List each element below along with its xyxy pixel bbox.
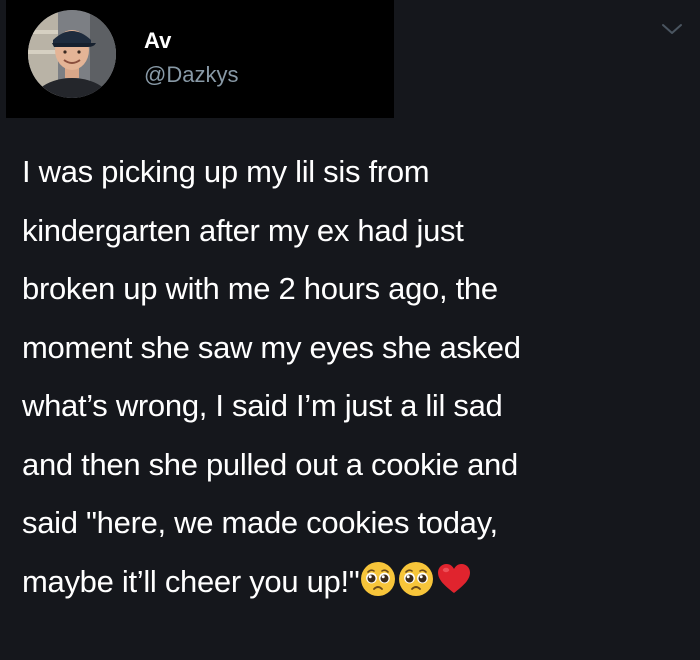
display-name[interactable]: Av — [144, 28, 171, 54]
tweet-header: Av @Dazkys — [6, 0, 394, 118]
tweet-card: Av @Dazkys I was picking up my lil sis f… — [0, 0, 700, 660]
tweet-text: I was picking up my lil sis from kinderg… — [22, 143, 687, 611]
tweet-text-line: broken up with me 2 hours ago, the — [22, 271, 498, 306]
tweet-text-last-line: maybe it’ll cheer you up!" — [22, 553, 687, 612]
chevron-down-icon[interactable] — [660, 20, 684, 38]
tweet-text-line: I was picking up my lil sis from — [22, 154, 430, 189]
avatar[interactable] — [28, 10, 116, 98]
avatar-photo — [28, 10, 116, 98]
tweet-text-line: kindergarten after my ex had just — [22, 212, 464, 248]
red-heart-emoji — [435, 560, 473, 598]
tweet-text-line: what’s wrong, I said I’m just a lil sad — [22, 388, 503, 423]
pleading-face-emoji — [397, 560, 435, 598]
tweet-text-line: and then she pulled out a cookie and — [22, 446, 518, 482]
tweet-text-line: moment she saw my eyes she asked — [22, 329, 521, 365]
tweet-text-line: said "here, we made cookies today, — [22, 505, 498, 540]
pleading-face-emoji — [359, 560, 397, 598]
username[interactable]: @Dazkys — [144, 62, 238, 88]
tweet-text-line: maybe it’ll cheer you up!" — [22, 563, 360, 599]
